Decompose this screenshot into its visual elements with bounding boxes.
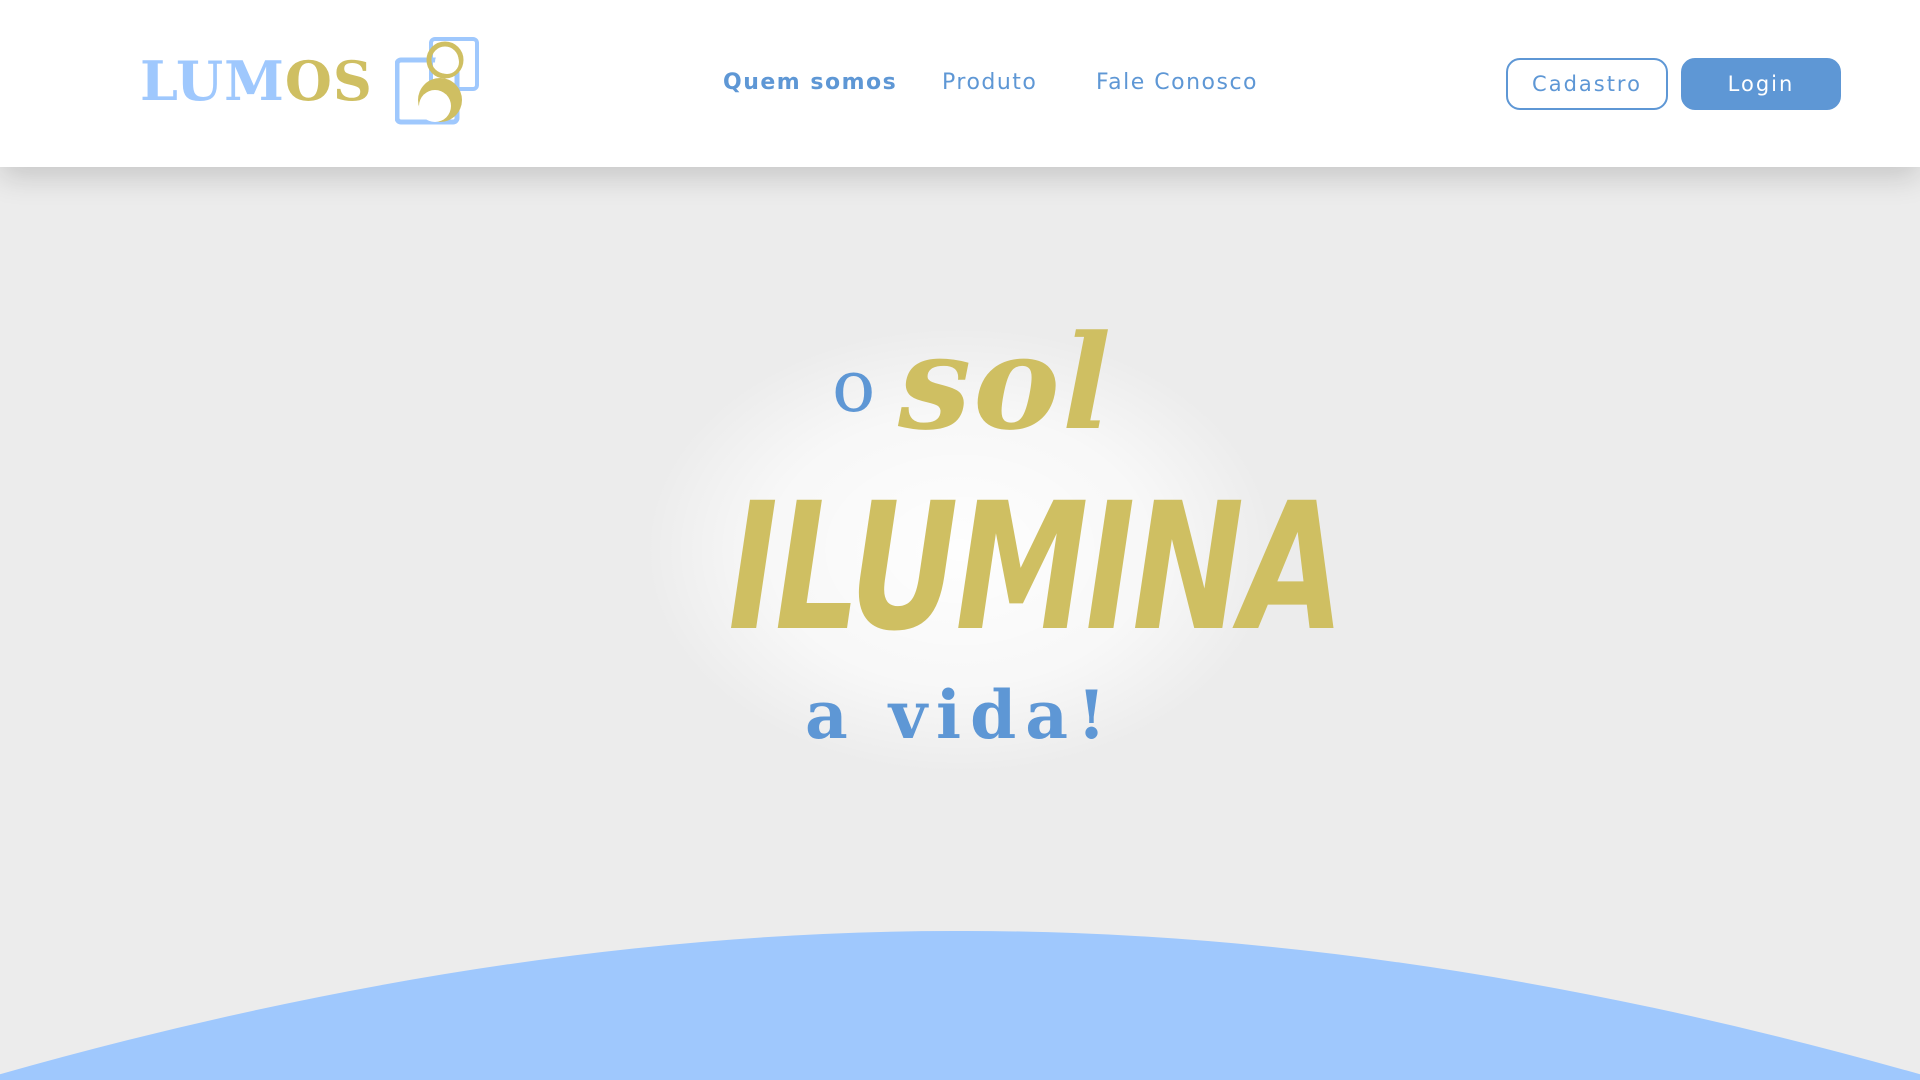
- nav-item-produto[interactable]: Produto: [942, 70, 1037, 95]
- login-button[interactable]: Login: [1681, 58, 1841, 110]
- top-navbar: LUMOS Quem somos Produto Fale Conosco Ca…: [0, 0, 1920, 167]
- signup-button[interactable]: Cadastro: [1506, 58, 1668, 110]
- nav-item-quem-somos[interactable]: Quem somos: [723, 70, 897, 95]
- nav-item-fale-conosco[interactable]: Fale Conosco: [1096, 70, 1258, 95]
